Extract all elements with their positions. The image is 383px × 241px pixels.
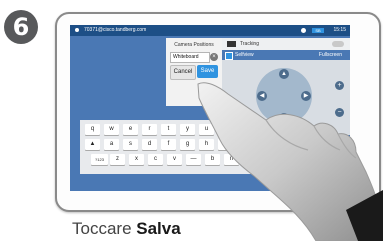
pointing-hand-image: [197, 82, 383, 241]
clear-field-icon[interactable]: ×: [210, 53, 218, 61]
keyboard-key[interactable]: g: [180, 139, 195, 150]
tracking-row: Tracking: [222, 38, 350, 50]
keyboard-key[interactable]: z: [110, 154, 125, 165]
keyboard-key[interactable]: ▲: [85, 139, 100, 150]
tilt-up-icon[interactable]: ▲: [279, 69, 289, 79]
camera-icon: [227, 41, 236, 47]
caption-text: Toccare: [72, 219, 137, 238]
keyboard-key[interactable]: r: [142, 124, 157, 135]
fullscreen-label: Fullscreen: [318, 52, 342, 58]
keyboard-key[interactable]: x: [129, 154, 144, 165]
keyboard-key[interactable]: s: [123, 139, 138, 150]
keyboard-key[interactable]: c: [148, 154, 163, 165]
keyboard-key[interactable]: y: [180, 124, 195, 135]
selfview-checkbox[interactable]: [225, 52, 233, 60]
popup-title: Camera Positions: [174, 42, 214, 48]
step-number-badge: 6: [4, 10, 38, 44]
keyboard-key[interactable]: ?123: [91, 154, 108, 165]
top-status-bar: 70371@cisco.tandberg.com SB 15:15: [70, 25, 350, 36]
clock: 15:15: [333, 27, 346, 33]
keyboard-key[interactable]: v: [167, 154, 182, 165]
keyboard-key[interactable]: q: [85, 124, 100, 135]
keyboard-key[interactable]: a: [104, 139, 119, 150]
keyboard-key[interactable]: e: [123, 124, 138, 135]
position-name-field[interactable]: Whiteboard: [170, 52, 210, 63]
save-button[interactable]: Save: [197, 65, 218, 78]
user-badge: SB: [312, 28, 324, 33]
tracking-label: Tracking: [240, 41, 259, 47]
cancel-button[interactable]: Cancel: [170, 65, 196, 80]
tracking-toggle[interactable]: [332, 41, 344, 47]
keyboard-key[interactable]: f: [161, 139, 176, 150]
selfview-label: Selfview: [235, 52, 254, 58]
keyboard-key[interactable]: w: [104, 124, 119, 135]
keyboard-key[interactable]: t: [161, 124, 176, 135]
caption-emphasis: Salva: [136, 219, 181, 238]
endpoint-address: 70371@cisco.tandberg.com: [84, 27, 147, 33]
keyboard-key[interactable]: d: [142, 139, 157, 150]
status-icon: [75, 28, 79, 32]
settings-icon[interactable]: [301, 28, 306, 33]
selfview-row: Selfview Fullscreen: [222, 50, 350, 60]
instruction-caption: Toccare Salva: [72, 219, 181, 239]
